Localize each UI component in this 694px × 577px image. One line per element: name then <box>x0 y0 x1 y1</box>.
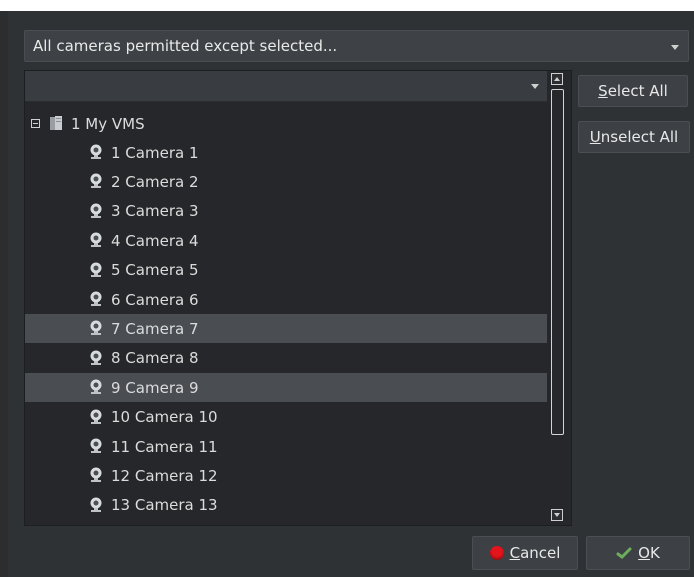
select-all-mnemonic: S <box>598 82 608 100</box>
scroll-down-button[interactable] <box>551 509 563 521</box>
camera-item[interactable]: 10 Camera 10 <box>25 403 547 432</box>
arrow-down-icon <box>554 513 560 517</box>
camera-label: 5 Camera 5 <box>111 261 199 280</box>
camera-item[interactable]: 9 Camera 9 <box>25 373 547 403</box>
camera-label: 13 Camera 13 <box>111 496 218 515</box>
camera-tree-panel: 1 My VMS 1 Camera 1 2 Camera 2 3 Camera 3 4… <box>24 70 572 526</box>
webcam-icon <box>89 379 103 395</box>
webcam-icon <box>89 144 103 160</box>
camera-label: 3 Camera 3 <box>111 202 199 221</box>
window-top-edge <box>0 0 694 11</box>
camera-item[interactable]: 6 Camera 6 <box>25 285 547 314</box>
unselect-all-label: nselect All <box>600 128 679 146</box>
scroll-thumb[interactable] <box>551 89 564 435</box>
webcam-icon <box>89 350 103 366</box>
webcam-icon <box>89 232 103 248</box>
scroll-up-button[interactable] <box>551 73 563 85</box>
select-all-label: elect All <box>607 82 668 100</box>
tree-scrollbar[interactable] <box>551 73 565 523</box>
ok-mnemonic: O <box>638 544 650 562</box>
camera-item[interactable]: 13 Camera 13 <box>25 491 547 520</box>
webcam-icon <box>89 467 103 483</box>
camera-item[interactable]: 3 Camera 3 <box>25 197 547 226</box>
camera-label: 8 Camera 8 <box>111 349 199 368</box>
collapse-icon[interactable] <box>31 119 40 128</box>
camera-item[interactable]: 4 Camera 4 <box>25 226 547 255</box>
cancel-mnemonic: C <box>509 544 521 562</box>
camera-label: 2 Camera 2 <box>111 172 199 191</box>
camera-label: 11 Camera 11 <box>111 437 218 456</box>
camera-label: 10 Camera 10 <box>111 408 218 427</box>
camera-item[interactable]: 11 Camera 11 <box>25 432 547 461</box>
server-icon <box>50 116 62 131</box>
ok-label: K <box>649 544 660 562</box>
camera-label: 7 Camera 7 <box>111 319 199 338</box>
webcam-icon <box>89 291 103 307</box>
camera-item[interactable]: 7 Camera 7 <box>25 314 547 344</box>
camera-label: 1 Camera 1 <box>111 143 199 162</box>
arrow-up-icon <box>554 77 560 81</box>
camera-item[interactable]: 5 Camera 5 <box>25 256 547 285</box>
camera-item[interactable]: 8 Camera 8 <box>25 344 547 373</box>
webcam-icon <box>89 320 103 336</box>
checkmark-icon <box>616 547 632 559</box>
cancel-button[interactable]: Cancel <box>472 536 578 570</box>
select-all-button[interactable]: Select All <box>578 75 688 107</box>
camera-label: 6 Camera 6 <box>111 290 199 309</box>
camera-label: 9 Camera 9 <box>111 378 199 397</box>
tree-root-item[interactable]: 1 My VMS <box>25 109 547 138</box>
tree-filter-combo[interactable] <box>25 71 547 102</box>
camera-label: 12 Camera 12 <box>111 466 218 485</box>
unselect-all-button[interactable]: Unselect All <box>578 121 690 153</box>
webcam-icon <box>89 409 103 425</box>
ok-button[interactable]: OK <box>586 536 690 570</box>
tree-root-label: 1 My VMS <box>71 114 145 133</box>
camera-item[interactable]: 1 Camera 1 <box>25 138 547 167</box>
webcam-icon <box>89 438 103 454</box>
webcam-icon <box>89 262 103 278</box>
webcam-icon <box>89 173 103 189</box>
webcam-icon <box>89 497 103 513</box>
red-dot-icon <box>489 546 504 560</box>
camera-label: 4 Camera 4 <box>111 231 199 250</box>
permission-mode-select[interactable]: All cameras permitted except selected... <box>24 30 689 62</box>
cancel-label: ancel <box>520 544 561 562</box>
chevron-down-icon <box>531 84 539 89</box>
webcam-icon <box>89 203 103 219</box>
chevron-down-icon <box>671 45 679 50</box>
unselect-all-mnemonic: U <box>589 128 601 146</box>
permission-mode-value: All cameras permitted except selected... <box>33 37 338 55</box>
camera-item[interactable]: 2 Camera 2 <box>25 167 547 196</box>
camera-item[interactable]: 12 Camera 12 <box>25 461 547 490</box>
